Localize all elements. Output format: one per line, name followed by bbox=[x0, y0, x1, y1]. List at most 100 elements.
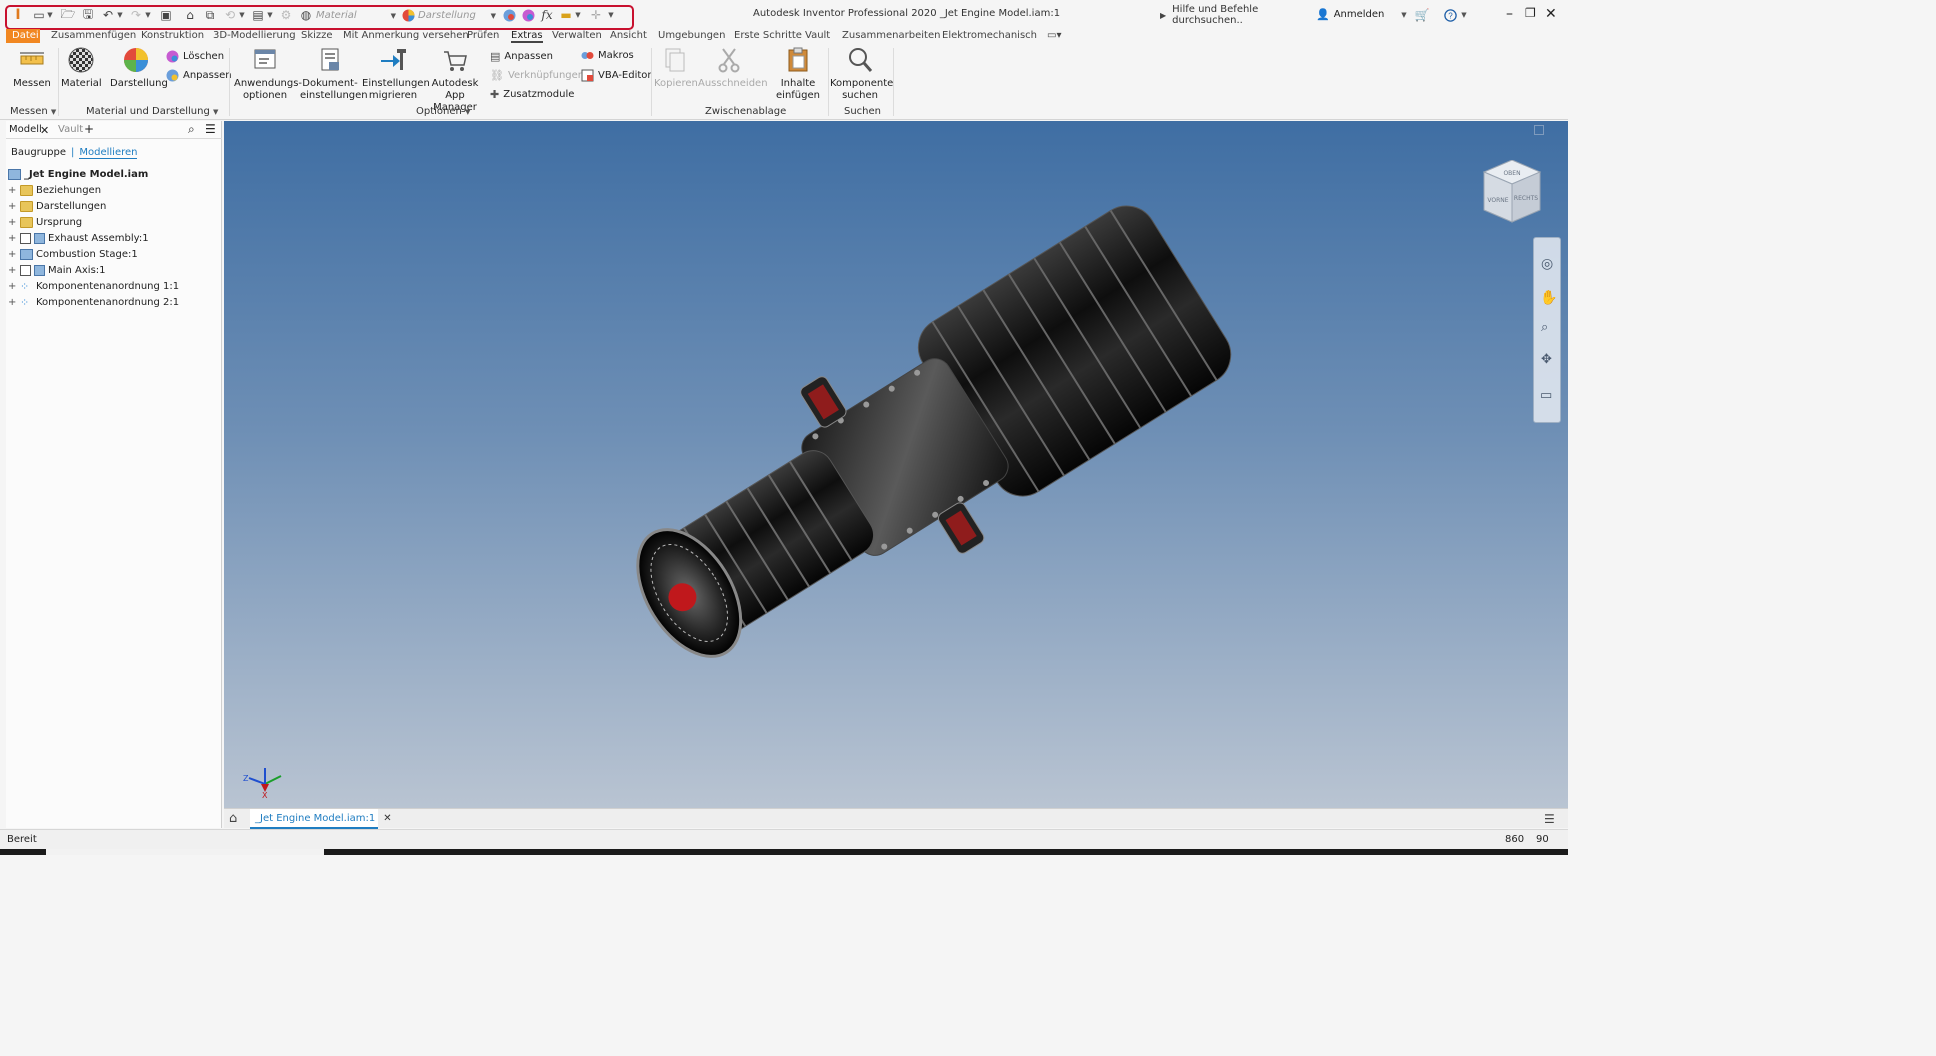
tab-pruefen[interactable]: Prüfen bbox=[467, 29, 499, 43]
customize-qat-icon[interactable]: ▼ bbox=[606, 7, 616, 23]
zoom-icon[interactable]: ⌕ bbox=[1541, 320, 1548, 335]
tab-vault-browser[interactable]: Vault bbox=[58, 124, 83, 135]
ribbon-display-toggle-icon[interactable]: ▭▾ bbox=[1047, 29, 1061, 43]
help-icon[interactable]: ? bbox=[1442, 7, 1458, 23]
document-settings-button[interactable]: Dokument- einstellungen bbox=[300, 46, 368, 102]
appearance-dropdown[interactable]: Darstellung ▼ bbox=[418, 7, 498, 24]
cut-button[interactable]: Ausschneiden bbox=[698, 46, 768, 90]
save-icon[interactable]: 🖫 bbox=[80, 7, 96, 23]
tab-vault[interactable]: Vault bbox=[805, 29, 830, 43]
redo-dropdown-icon[interactable]: ▼ bbox=[144, 7, 152, 23]
jet-engine-model[interactable] bbox=[224, 121, 1568, 808]
tree-item[interactable]: + ⁘ Komponentenanordnung 2:1 bbox=[8, 294, 179, 310]
adjust-appearance-button[interactable]: Anpassen bbox=[166, 69, 232, 82]
vba-editor-button[interactable]: VBA-Editor bbox=[581, 69, 652, 82]
migrate-settings-button[interactable]: Einstellungen migrieren bbox=[362, 46, 430, 102]
close-document-tab-icon[interactable]: ✕ bbox=[383, 813, 391, 824]
tree-item[interactable]: + Combustion Stage:1 bbox=[8, 246, 138, 262]
view-baugruppe[interactable]: Baugruppe bbox=[11, 147, 66, 159]
redo-icon[interactable]: ↷ bbox=[128, 7, 144, 23]
add-browser-tab-icon[interactable]: + bbox=[84, 122, 94, 136]
graphics-viewport[interactable]: Z X bbox=[224, 121, 1568, 808]
tree-item[interactable]: + Ursprung bbox=[8, 214, 82, 230]
tree-item[interactable]: + Main Axis:1 bbox=[8, 262, 106, 278]
material-dropdown[interactable]: Material ▼ bbox=[316, 7, 398, 24]
expand-icon[interactable]: + bbox=[8, 249, 18, 260]
macros-button[interactable]: Makros bbox=[581, 50, 634, 61]
measure-button[interactable]: Messen bbox=[12, 46, 52, 90]
measure-group-label[interactable]: Messen ▼ bbox=[10, 106, 56, 117]
undo-icon[interactable]: ↶ bbox=[100, 7, 116, 23]
pan-hand-icon[interactable]: ✋ bbox=[1540, 290, 1557, 306]
tree-item[interactable]: + ⁘ Komponentenanordnung 1:1 bbox=[8, 278, 179, 294]
delete-appearance-button[interactable]: Löschen bbox=[166, 50, 224, 63]
color-bar-icon[interactable]: ▬ bbox=[558, 7, 574, 23]
tab-elektromechanisch[interactable]: Elektromechanisch bbox=[942, 29, 1037, 43]
application-options-button[interactable]: Anwendungs- optionen bbox=[234, 46, 302, 102]
browser-search-icon[interactable]: ⌕ bbox=[188, 122, 195, 137]
material-button[interactable]: Material bbox=[61, 46, 102, 90]
tab-skizze[interactable]: Skizze bbox=[301, 29, 333, 43]
color-bar-dropdown-icon[interactable]: ▼ bbox=[574, 7, 582, 23]
help-search-input[interactable]: Hilfe und Befehle durchsuchen.. bbox=[1172, 4, 1310, 26]
taskbar-search-box[interactable] bbox=[46, 849, 324, 855]
view-modellieren[interactable]: Modellieren bbox=[79, 147, 138, 159]
appearance-button[interactable]: Darstellung bbox=[110, 46, 168, 90]
tab-umgebungen[interactable]: Umgebungen bbox=[658, 29, 725, 43]
viewport-maximize-icon[interactable] bbox=[1534, 125, 1544, 135]
tab-zusammenarbeiten[interactable]: Zusammenarbeiten bbox=[842, 29, 940, 43]
customize-button[interactable]: ▤ Anpassen bbox=[490, 50, 553, 63]
tree-item[interactable]: + Beziehungen bbox=[8, 182, 101, 198]
move-icon[interactable]: ✛ bbox=[588, 7, 604, 23]
copy-button[interactable]: Kopieren bbox=[654, 46, 698, 90]
steering-wheel-icon[interactable]: ◎ bbox=[1541, 256, 1553, 272]
signin-area[interactable]: 👤 Anmelden bbox=[1316, 8, 1384, 21]
rebuild-icon[interactable]: ⚙ bbox=[278, 7, 294, 23]
help-dropdown-icon[interactable]: ▼ bbox=[1460, 7, 1468, 23]
tab-zusammenfuegen[interactable]: Zusammenfügen bbox=[51, 29, 136, 43]
expand-icon[interactable]: + bbox=[8, 265, 18, 276]
expand-icon[interactable]: + bbox=[8, 281, 18, 292]
window-icon[interactable]: ⧉ bbox=[202, 7, 218, 23]
document-tab[interactable]: _Jet Engine Model.iam:1 ✕ bbox=[250, 809, 392, 829]
home-icon[interactable]: ⌂ bbox=[182, 7, 198, 23]
tree-item[interactable]: + Exhaust Assembly:1 bbox=[8, 230, 149, 246]
close-modell-tab-icon[interactable]: ✕ bbox=[40, 124, 49, 137]
new-dropdown-icon[interactable]: ▼ bbox=[46, 7, 54, 23]
expand-icon[interactable]: + bbox=[8, 217, 18, 228]
open-folder-icon[interactable]: 🗁 bbox=[60, 7, 76, 23]
update-icon[interactable]: ⟲ bbox=[222, 7, 238, 23]
tree-root[interactable]: _Jet Engine Model.iam bbox=[8, 166, 148, 182]
look-at-icon[interactable]: ▭ bbox=[1540, 388, 1552, 403]
material-group-label[interactable]: Material und Darstellung ▼ bbox=[86, 106, 218, 117]
new-file-icon[interactable]: ▭ bbox=[31, 7, 47, 23]
orbit-icon[interactable]: ✥ bbox=[1541, 352, 1552, 367]
adjust-appearance-icon[interactable] bbox=[501, 7, 517, 23]
cart-icon[interactable]: 🛒 bbox=[1414, 7, 1430, 23]
home-tab-icon[interactable]: ⌂ bbox=[229, 811, 237, 826]
iproperties-icon[interactable]: ▤ bbox=[250, 7, 266, 23]
viewcube[interactable]: OBEN VORNE RECHTS bbox=[1482, 160, 1542, 226]
app-manager-button[interactable]: Autodesk App Manager bbox=[424, 46, 486, 114]
parameters-fx-icon[interactable]: fx bbox=[539, 7, 555, 23]
expand-icon[interactable]: + bbox=[8, 201, 18, 212]
tab-extras[interactable]: Extras bbox=[511, 29, 543, 43]
links-button[interactable]: ⛓ Verknüpfungen bbox=[490, 69, 584, 82]
tab-anmerkung[interactable]: Mit Anmerkung versehen bbox=[343, 29, 469, 43]
minimize-icon[interactable]: – bbox=[1506, 6, 1513, 22]
tab-3d-modellierung[interactable]: 3D-Modellierung bbox=[213, 29, 296, 43]
tab-ansicht[interactable]: Ansicht bbox=[610, 29, 647, 43]
close-icon[interactable]: ✕ bbox=[1545, 6, 1557, 22]
iproperties-dropdown-icon[interactable]: ▼ bbox=[266, 7, 274, 23]
expand-icon[interactable]: + bbox=[8, 297, 18, 308]
tree-item[interactable]: + Darstellungen bbox=[8, 198, 106, 214]
find-component-button[interactable]: Komponente suchen bbox=[830, 46, 893, 102]
tab-datei[interactable]: Datei bbox=[6, 29, 40, 43]
expand-icon[interactable]: + bbox=[8, 233, 18, 244]
tab-erste-schritte[interactable]: Erste Schritte bbox=[734, 29, 802, 43]
help-search[interactable]: ▶ Hilfe und Befehle durchsuchen.. bbox=[1160, 4, 1310, 26]
document-list-menu-icon[interactable]: ☰ bbox=[1544, 812, 1555, 826]
browser-menu-icon[interactable]: ☰ bbox=[205, 122, 216, 136]
restore-icon[interactable]: ❐ bbox=[1525, 6, 1536, 20]
addins-button[interactable]: ✚ Zusatzmodule bbox=[490, 88, 574, 101]
